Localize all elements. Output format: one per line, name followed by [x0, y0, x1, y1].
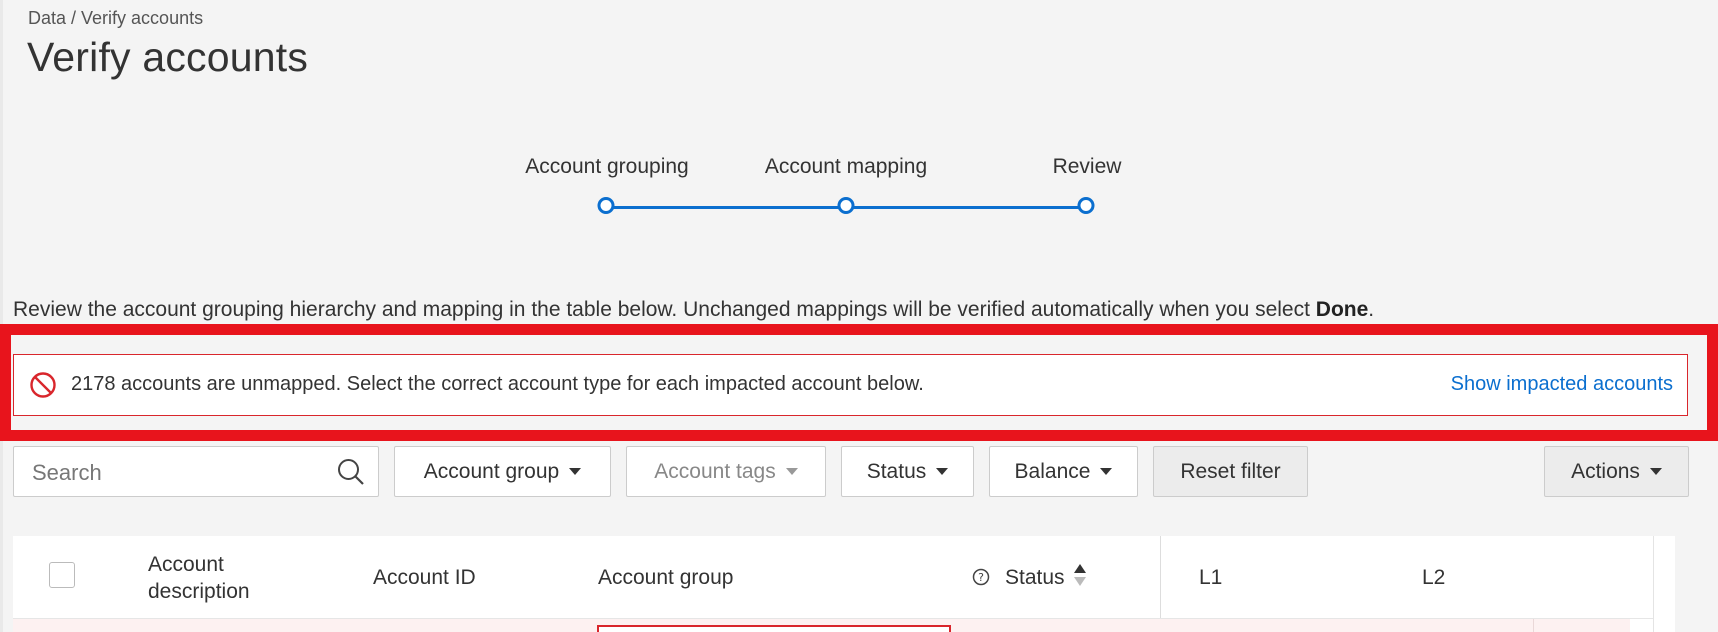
col-header-status[interactable]: Status [1005, 566, 1065, 590]
alert-message: 2178 accounts are unmapped. Select the c… [71, 373, 924, 395]
breadcrumb: Data / Verify accounts [28, 8, 204, 28]
reset-filter-button[interactable]: Reset filter [1153, 446, 1308, 497]
col-header-l2[interactable]: L2 [1422, 566, 1445, 590]
row-cell-divider [1533, 619, 1534, 632]
blocked-icon [30, 372, 56, 398]
sort-ascending-icon[interactable] [1073, 562, 1087, 588]
search-icon[interactable] [336, 457, 366, 487]
page-title: Verify accounts [27, 34, 309, 80]
account-group-filter[interactable]: Account group [394, 446, 611, 497]
account-group-filter-label: Account group [423, 459, 560, 483]
intro-text: Review the account grouping hierarchy an… [13, 298, 1374, 322]
show-impacted-accounts-link[interactable]: Show impacted accounts [1451, 373, 1673, 396]
search-box[interactable] [13, 446, 379, 497]
status-filter[interactable]: Status [841, 446, 974, 497]
chevron-down-icon [569, 468, 582, 475]
account-group-cell-error[interactable] [597, 625, 951, 632]
accounts-table: Account description Account ID Account g… [13, 536, 1653, 632]
help-icon[interactable]: ? [972, 568, 990, 586]
balance-filter-label: Balance [1014, 459, 1091, 483]
svg-text:?: ? [978, 571, 984, 584]
search-input[interactable] [30, 457, 324, 489]
intro-text-end: . [1368, 298, 1375, 321]
chevron-down-icon [1100, 468, 1113, 475]
col-header-account-id[interactable]: Account ID [373, 566, 476, 590]
col-header-description-line1: Account [148, 553, 224, 576]
chevron-down-icon [785, 468, 798, 475]
step-dot-grouping[interactable] [597, 197, 615, 214]
col-header-account-description[interactable]: Account description [148, 551, 250, 605]
actions-button[interactable]: Actions [1544, 446, 1689, 497]
col-header-account-group[interactable]: Account group [598, 566, 733, 590]
intro-text-body: Review the account grouping hierarchy an… [13, 298, 1316, 321]
left-edge [0, 0, 3, 632]
status-filter-label: Status [866, 459, 927, 483]
step-dot-review[interactable] [1077, 197, 1095, 214]
actions-label: Actions [1571, 459, 1640, 483]
step-label-grouping[interactable]: Account grouping [525, 155, 688, 179]
step-label-review[interactable]: Review [1053, 155, 1122, 179]
account-tags-filter-label: Account tags [654, 459, 776, 483]
col-header-l1[interactable]: L1 [1199, 566, 1222, 590]
step-label-mapping[interactable]: Account mapping [765, 155, 927, 179]
table-vertical-scrollbar[interactable] [1653, 536, 1675, 632]
intro-done-keyword: Done [1315, 298, 1369, 321]
unmapped-alert: 2178 accounts are unmapped. Select the c… [13, 354, 1688, 416]
balance-filter[interactable]: Balance [989, 446, 1138, 497]
chevron-down-icon [1649, 468, 1662, 475]
chevron-down-icon [936, 468, 949, 475]
step-dot-mapping[interactable] [837, 197, 855, 214]
account-tags-filter: Account tags [626, 446, 826, 497]
select-all-checkbox[interactable] [49, 562, 75, 588]
col-header-description-line2: description [148, 580, 250, 603]
reset-filter-label: Reset filter [1180, 459, 1281, 483]
filter-toolbar: Account group Account tags Status Balanc… [0, 446, 1718, 500]
